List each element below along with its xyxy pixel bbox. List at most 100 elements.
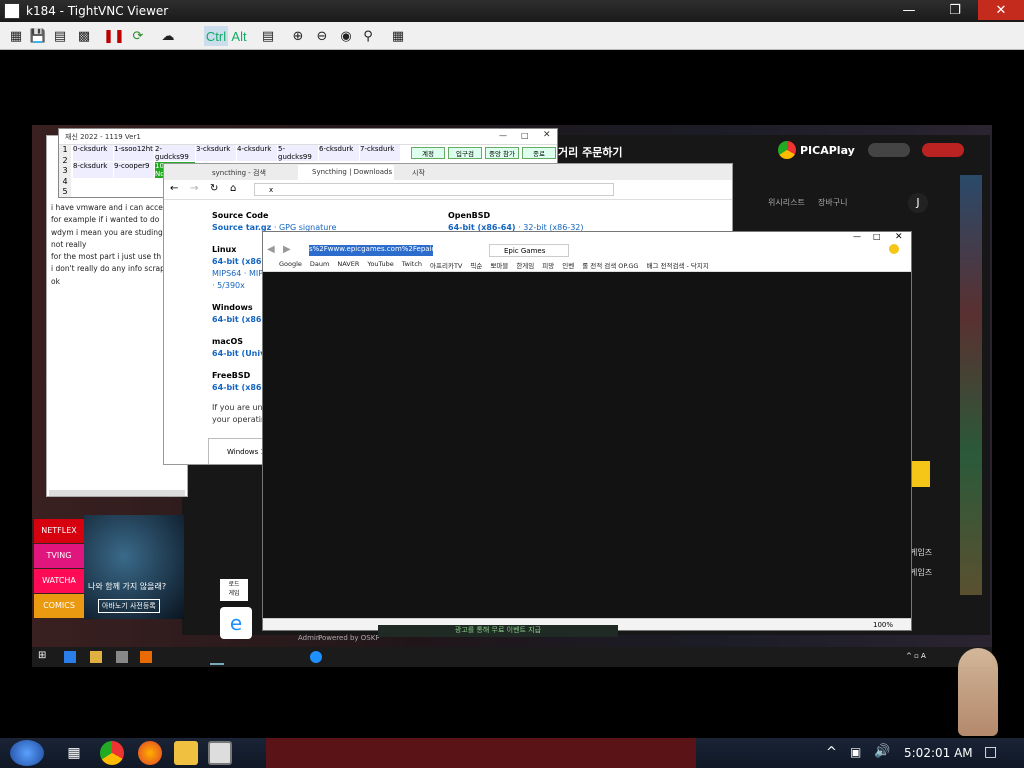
bookmark-item[interactable]: YouTube xyxy=(367,260,393,270)
zoom-out-icon[interactable]: ⊖ xyxy=(312,26,332,46)
sheet-minimize[interactable]: — xyxy=(499,131,507,140)
zoom-in-icon[interactable]: ⊕ xyxy=(288,26,308,46)
sheet-cell[interactable]: 0-cksdurk xyxy=(73,145,113,161)
sheet-cell[interactable]: 2-gudcks99 xyxy=(155,145,195,161)
order-banner-text[interactable]: 거리 주문하기 xyxy=(558,144,623,160)
remote-desktop[interactable]: PICAPlay 거리 주문하기 위시리스트 장바구니 J 게임즈 게임즈 i … xyxy=(32,125,992,667)
sheet-tab[interactable]: 중앙 참가 xyxy=(485,147,519,159)
tab-start[interactable]: 시작 xyxy=(412,168,425,178)
epic-address-bar[interactable]: s%2Fwww.epicgames.com%2Fepaid%2Fidentity xyxy=(309,245,433,256)
ie-shortcut-icon[interactable]: e xyxy=(220,607,252,639)
epic-maximize[interactable]: □ xyxy=(873,232,881,241)
bookmark-item[interactable]: 뽀마블 xyxy=(490,260,508,270)
sheet-cell[interactable]: 4-cksdurk xyxy=(237,145,277,161)
volume-icon[interactable]: 🔊 xyxy=(874,744,890,759)
transfer-icon[interactable]: ▩ xyxy=(74,26,94,46)
tightvnc-task-icon[interactable] xyxy=(208,741,232,765)
sheet-close[interactable]: ✕ xyxy=(543,130,551,140)
watcha-button[interactable]: WATCHA xyxy=(34,569,84,593)
comics-button[interactable]: COMICS xyxy=(34,594,84,618)
game-ad-banner[interactable]: 나와 함께 가지 않을래? 아바노기 사전등록 xyxy=(84,515,184,619)
remote-edge-icon[interactable] xyxy=(310,651,322,663)
cart-link[interactable]: 장바구니 xyxy=(818,197,847,208)
tab-syncthing-search[interactable]: syncthing - 검색 xyxy=(212,168,266,178)
syncthing-address-bar[interactable]: x xyxy=(254,183,614,196)
minimize-button[interactable]: — xyxy=(886,0,932,20)
remote-app-icon[interactable] xyxy=(116,651,128,663)
sheet-cell[interactable]: 6-cksdurk xyxy=(319,145,359,161)
bookmark-item[interactable]: 피망 xyxy=(542,260,554,270)
maximize-button[interactable]: ❐ xyxy=(932,0,978,20)
connection-options-icon[interactable]: ▦ xyxy=(6,26,26,46)
tab-syncthing-downloads[interactable]: Syncthing | Downloads xyxy=(298,165,394,180)
ctrl-alt-del-icon[interactable]: ☁ xyxy=(158,26,178,46)
reload-icon[interactable]: ↻ xyxy=(210,183,218,194)
bookmark-item[interactable]: Google xyxy=(279,260,302,270)
chrome-icon[interactable] xyxy=(100,741,124,765)
back-icon[interactable]: ◀ xyxy=(267,244,275,255)
ctrl-toggle[interactable]: Ctrl xyxy=(204,26,228,46)
file-transfer-icon[interactable]: ▤ xyxy=(258,26,278,46)
remote-start-icon[interactable]: ⊞ xyxy=(38,650,46,661)
remote-tray-icons[interactable]: ^ ▫ A xyxy=(906,652,926,660)
epic-page-content[interactable] xyxy=(263,272,911,618)
sheet-cell[interactable]: 8-cksdurk xyxy=(73,162,113,178)
user-avatar[interactable]: J xyxy=(908,193,928,213)
save-icon[interactable]: 💾 xyxy=(28,26,48,46)
zoom-100-icon[interactable]: ◉ xyxy=(336,26,356,46)
bookmark-item[interactable]: 롤 전적 검색 OP.GG xyxy=(582,260,638,270)
network-icon[interactable]: ▣ xyxy=(850,745,861,759)
epic-minimize[interactable]: — xyxy=(853,232,861,241)
netflex-button[interactable]: NETFLEX xyxy=(34,519,84,543)
smiley-icon[interactable] xyxy=(889,244,899,254)
bookmark-item[interactable]: NAVER xyxy=(337,260,359,270)
windows-download-button[interactable]: Windows 1 xyxy=(208,438,268,464)
pause-icon[interactable]: ❚❚ xyxy=(103,26,125,46)
game-icon-strip[interactable] xyxy=(960,175,982,595)
close-button[interactable]: ✕ xyxy=(978,0,1024,20)
chat-scrollbar[interactable] xyxy=(49,490,185,496)
tab-epic-games[interactable]: Epic Games xyxy=(489,244,569,257)
bookmark-item[interactable]: 한게임 xyxy=(516,260,534,270)
sheet-cell[interactable]: 7-cksdurk xyxy=(360,145,400,161)
picaplay-pill-1[interactable] xyxy=(868,143,910,157)
zoom-level[interactable]: 100% xyxy=(873,621,893,629)
remote-folder-icon[interactable] xyxy=(90,651,102,663)
bookmark-item[interactable]: 픽순 xyxy=(470,260,482,270)
sheet-cell[interactable]: 5-gudcks99 xyxy=(278,145,318,161)
sheet-tab[interactable]: 입구검 xyxy=(448,147,482,159)
tving-button[interactable]: TVING xyxy=(34,544,84,568)
fullscreen-icon[interactable]: ▦ xyxy=(388,26,408,46)
show-hidden-icons[interactable]: ^ xyxy=(826,745,837,760)
zoom-fit-icon[interactable]: ⚲ xyxy=(358,26,378,46)
bookmark-item[interactable]: 아프리카TV xyxy=(430,260,462,270)
bookmark-item[interactable]: 배그 전적검색 - 닥지지 xyxy=(646,260,708,270)
picaplay-pill-2[interactable] xyxy=(922,143,964,157)
alt-toggle[interactable]: Alt xyxy=(228,26,250,46)
back-icon[interactable]: ← xyxy=(170,183,178,194)
connection-info-icon[interactable]: ▤ xyxy=(50,26,70,46)
sheet-cell[interactable]: 3-cksdurk xyxy=(196,145,236,161)
home-icon[interactable]: ⌂ xyxy=(230,183,236,194)
remote-app-icon[interactable] xyxy=(64,651,76,663)
start-button[interactable] xyxy=(10,740,44,766)
remote-app-icon[interactable] xyxy=(140,651,152,663)
notifications-icon[interactable]: □ xyxy=(984,744,997,760)
firefox-icon[interactable] xyxy=(138,741,162,765)
picaplay-yellow-button[interactable] xyxy=(910,461,930,487)
sheet-cell[interactable]: 9-cooper9 xyxy=(114,162,154,178)
bookmark-item[interactable]: Twitch xyxy=(402,260,422,270)
sheet-tab[interactable]: 종료 xyxy=(522,147,556,159)
sheet-tab[interactable]: 계정 xyxy=(411,147,445,159)
bookmark-item[interactable]: Daum xyxy=(310,260,329,270)
folder-icon[interactable] xyxy=(174,741,198,765)
ad-button[interactable]: 아바노기 사전등록 xyxy=(98,599,160,613)
epic-close[interactable]: ✕ xyxy=(895,232,903,242)
sheet-cell[interactable]: 1-ssoo12ht xyxy=(114,145,154,161)
task-view-icon[interactable]: ▦ xyxy=(62,741,86,765)
bookmark-item[interactable]: 인벤 xyxy=(562,260,574,270)
sheet-maximize[interactable]: □ xyxy=(521,131,529,140)
refresh-icon[interactable]: ⟳ xyxy=(128,26,148,46)
clock[interactable]: 5:02:01 AM xyxy=(904,746,973,760)
game-launcher-label[interactable]: 로드 게임 xyxy=(220,579,248,601)
